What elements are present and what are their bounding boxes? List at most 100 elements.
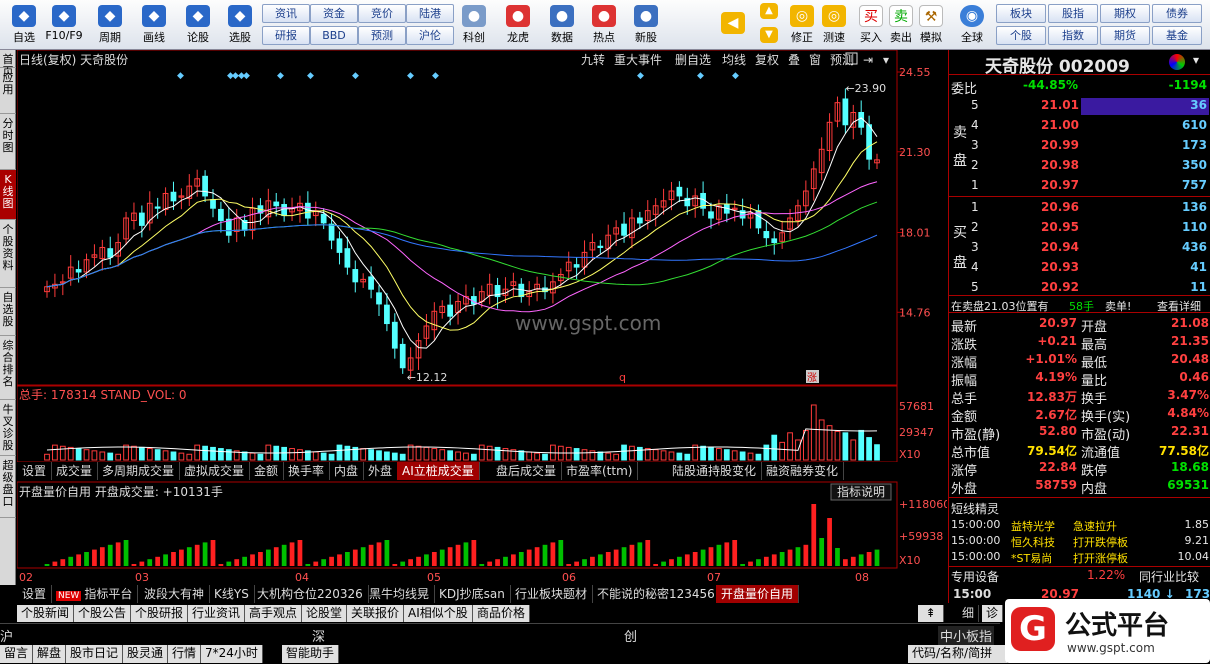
volume-tab-2[interactable]: 多周期成交量: [97, 462, 181, 480]
volume-tab-11[interactable]: 陆股通持股变化: [667, 462, 763, 480]
status-item-3[interactable]: 股灵通: [123, 645, 169, 663]
toolbar-hot-button[interactable]: ● 热点: [584, 2, 624, 48]
index-label-1[interactable]: 深: [312, 626, 325, 645]
page-up-button[interactable]: ▲: [756, 2, 782, 24]
left-tab-2[interactable]: 分时图: [0, 114, 16, 170]
volume-tab-0[interactable]: 设置: [17, 462, 53, 480]
status-item-2[interactable]: 股市日记: [66, 645, 124, 663]
toolbar-back-button[interactable]: ◀: [718, 2, 748, 48]
indicator-tab-3[interactable]: K线YS: [209, 585, 255, 603]
status-item-5[interactable]: 7*24小时: [201, 645, 263, 663]
page-down-button[interactable]: ▼: [756, 26, 782, 48]
volume-tab-9[interactable]: 盘后成交量: [491, 462, 563, 480]
expand-icon[interactable]: ⇥: [863, 53, 873, 67]
volume-tab-8[interactable]: AI立桩成交量: [397, 462, 480, 480]
code-search-input[interactable]: 代码/名称/简拼: [908, 645, 1008, 663]
indicator-tab-9[interactable]: 开盘量价自用: [716, 585, 800, 603]
toolbar-quick-0-2[interactable]: 竞价: [358, 4, 406, 23]
indicator-tab-2[interactable]: 波段大有神: [139, 585, 211, 603]
volume-tab-4[interactable]: 金额: [249, 462, 285, 480]
left-tab-6[interactable]: 综合排名: [0, 336, 16, 400]
chart-btn-5[interactable]: 叠: [788, 53, 800, 67]
news-tab-4[interactable]: 高手观点: [245, 605, 303, 622]
chart-btn-0[interactable]: 九转: [581, 52, 605, 67]
toolbar-kechuang-button[interactable]: ● 科创: [454, 2, 494, 48]
event-marker-icon[interactable]: ◆: [732, 71, 739, 81]
toolbar-clock-button[interactable]: ◆ 周期: [90, 2, 130, 48]
toolbar-quick-1-1[interactable]: BBD: [310, 26, 358, 45]
left-tab-7[interactable]: 牛叉诊股: [0, 400, 16, 456]
toolbar-data-button[interactable]: ● 数据: [542, 2, 582, 48]
volume-tab-1[interactable]: 成交量: [51, 462, 99, 480]
toolbar-pencil-button[interactable]: ◆ 画线: [134, 2, 174, 48]
chart-btn-2[interactable]: 删自选: [675, 53, 711, 67]
scroll-top-button[interactable]: ⇞: [918, 605, 944, 622]
news-tab-1[interactable]: 个股公告: [74, 605, 132, 622]
toolbar-select-button[interactable]: ◆ 选股: [220, 2, 260, 48]
toolbar-quick-0-0[interactable]: 资讯: [262, 4, 310, 23]
kline-chart[interactable]: 日线(复权) 天奇股份 九转 重大事件 删自选 均线 复权叠窗预测 ⇥ ▾ 24.55 21.30…: [16, 49, 950, 590]
index-label-0[interactable]: 沪: [0, 626, 13, 645]
news-tab-5[interactable]: 论股堂: [302, 605, 348, 622]
toolbar-f10-button[interactable]: ◆ F10/F9: [44, 2, 84, 48]
toolbar-nav-0[interactable]: ◎ 修正: [786, 2, 818, 48]
chart-btn-1[interactable]: 重大事件: [614, 53, 662, 67]
chart-btn-7[interactable]: 预测: [830, 53, 854, 67]
toolbar-market-1-2[interactable]: 期货: [1100, 26, 1150, 45]
toolbar-quick-1-0[interactable]: 研报: [262, 26, 310, 45]
news-tab-6[interactable]: 关联报价: [347, 605, 405, 622]
toolbar-quick-0-3[interactable]: 陆港: [406, 4, 454, 23]
toolbar-lungu-button[interactable]: ◆ 论股: [178, 2, 218, 48]
event-marker-icon[interactable]: ◆: [432, 71, 439, 81]
chart-btn-4[interactable]: 复权: [755, 53, 779, 67]
detail-tab-0[interactable]: 细: [958, 605, 980, 622]
toolbar-market-1-0[interactable]: 个股: [996, 26, 1046, 45]
toolbar-trade-1[interactable]: 卖卖出: [886, 2, 916, 48]
indicator-tab-7[interactable]: 行业板块题材: [510, 585, 594, 603]
left-tab-1[interactable]: 应用: [0, 68, 16, 114]
left-tab-3[interactable]: K线图: [0, 170, 16, 220]
index-label-3[interactable]: 中小板指: [938, 626, 995, 645]
status-item-4[interactable]: 行情: [168, 645, 202, 663]
left-tab-8[interactable]: 超级盘口: [0, 456, 16, 518]
news-tab-7[interactable]: AI相似个股: [404, 605, 473, 622]
left-tab-5[interactable]: 自选股: [0, 288, 16, 336]
toolbar-market-0-1[interactable]: 股指: [1048, 4, 1098, 23]
volume-tab-10[interactable]: 市盈率(ttm): [561, 462, 639, 480]
event-marker-icon[interactable]: ◆: [697, 71, 704, 81]
chevron-down-icon[interactable]: ▾: [883, 53, 889, 67]
toolbar-quick-1-3[interactable]: 沪伦: [406, 26, 454, 45]
event-marker-icon[interactable]: ◆: [637, 71, 644, 81]
news-tab-2[interactable]: 个股研报: [131, 605, 189, 622]
toolbar-market-0-2[interactable]: 期权: [1100, 4, 1150, 23]
indicator-tab-5[interactable]: 黑牛均线晃: [364, 585, 436, 603]
volume-tab-7[interactable]: 外盘: [363, 462, 399, 480]
chart-btn-6[interactable]: 窗: [809, 53, 821, 67]
toolbar-newstock-button[interactable]: ● 新股: [626, 2, 666, 48]
chart-area[interactable]: 日线(复权) 天奇股份 九转 重大事件 删自选 均线 复权叠窗预测 ⇥ ▾ 24.55 21.30…: [16, 49, 950, 590]
toolbar-trade-2[interactable]: ⚒ 模拟: [916, 2, 946, 48]
left-tab-4[interactable]: 个股资料: [0, 220, 16, 288]
toolbar-market-0-3[interactable]: 债券: [1152, 4, 1202, 23]
index-label-2[interactable]: 创: [624, 626, 637, 645]
event-marker-icon[interactable]: ◆: [243, 71, 250, 81]
indicator-tab-4[interactable]: 大机构仓位220326: [252, 585, 369, 603]
status-item-6[interactable]: 智能助手: [282, 645, 340, 663]
toolbar-trade-0[interactable]: 买买入: [856, 2, 886, 48]
toolbar-quick-1-2[interactable]: 预测: [358, 26, 406, 45]
toolbar-market-1-3[interactable]: 基金: [1152, 26, 1202, 45]
status-item-0[interactable]: 留言: [0, 645, 34, 663]
news-tab-0[interactable]: 个股新闻: [17, 605, 75, 622]
volume-tab-3[interactable]: 虚拟成交量: [179, 462, 251, 480]
event-marker-icon[interactable]: ◆: [407, 71, 414, 81]
toolbar-market-1-1[interactable]: 指数: [1048, 26, 1098, 45]
detail-tab-1[interactable]: 诊: [982, 605, 1004, 622]
indicator-tab-8[interactable]: 不能说的秘密123456: [592, 585, 721, 603]
indicator-tab-1[interactable]: NEW 指标平台: [51, 585, 139, 603]
toolbar-star-button[interactable]: ◆ 自选: [4, 2, 44, 48]
toolbar-dragon-button[interactable]: ● 龙虎: [498, 2, 538, 48]
event-marker-icon[interactable]: ◆: [307, 71, 314, 81]
toolbar-quick-0-1[interactable]: 资金: [310, 4, 358, 23]
event-marker-icon[interactable]: ◆: [352, 71, 359, 81]
toolbar-nav-1[interactable]: ◎ 测速: [818, 2, 850, 48]
